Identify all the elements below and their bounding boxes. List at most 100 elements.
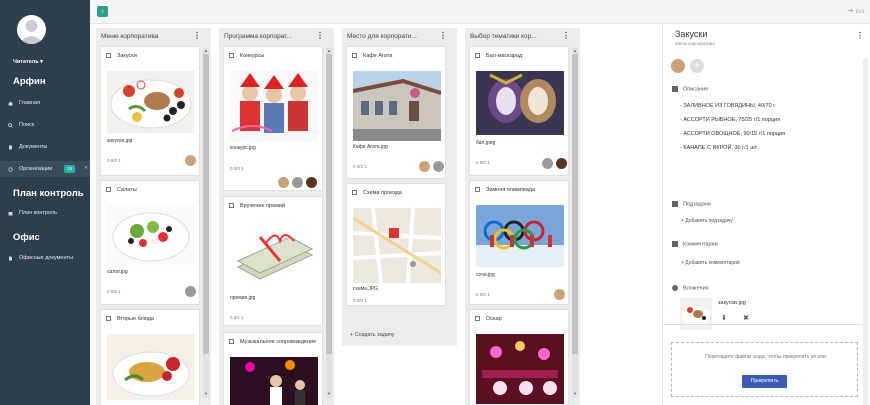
attachment-filename: бал.jpeg [476,140,496,146]
task-image[interactable] [230,221,318,289]
assignee-avatar[interactable] [542,158,553,169]
assignee-avatar[interactable] [278,177,289,188]
column-menu-icon[interactable]: ⋮ [439,31,447,40]
column-card-list: Бал-маскарад бал.jpeg 0 0/0 1 Зимняя оли… [465,46,571,405]
sidebar: Читатель ▾ Арфин Главная Поиск Документы… [0,0,90,405]
assignee-avatar[interactable] [554,289,565,300]
task-checkbox[interactable] [229,339,234,344]
create-task-button[interactable]: + Создать задачу [350,332,395,338]
user-role-menu[interactable]: Читатель ▾ [13,59,43,65]
sidebar-item-search[interactable]: Поиск [0,117,90,133]
task-card[interactable]: Закуски закуски.jpg 0 0/0 1 [100,46,200,176]
attachment-filename: конкурс.jpg [230,145,256,151]
task-image[interactable] [107,334,195,400]
task-title: Вручение премий [240,203,286,209]
column-card-list: Конкурсы конкурс.jpg 0 0/0 1 Вручение пр… [219,46,325,405]
task-stats: 0 0/0 1 [476,292,490,297]
back-button[interactable]: ‹ [97,6,108,17]
task-checkbox[interactable] [229,203,234,208]
task-checkbox[interactable] [106,53,111,58]
user-role-label: Читатель [13,59,39,65]
task-image[interactable] [107,205,195,265]
task-card[interactable]: Конкурсы конкурс.jpg 0 0/0 1 [223,46,323,191]
sidebar-item-organizations[interactable]: Организации 19 ‹ [0,161,90,177]
sidebar-section-office: Офис [13,232,40,243]
task-card[interactable]: Оскар [469,309,569,405]
user-avatar[interactable] [17,15,46,44]
task-checkbox[interactable] [475,53,480,58]
attachment-filename: закуски.jpg [107,138,133,144]
add-subtask-link[interactable]: + Добавить подзадачу [681,218,733,224]
task-checkbox[interactable] [352,53,357,58]
sidebar-item-label: Документы [19,144,48,150]
task-title: Вторые блюда [117,316,154,322]
task-checkbox[interactable] [106,187,111,192]
sidebar-item-home[interactable]: Главная [0,95,90,111]
task-card[interactable]: Салаты салат.jpg 0 0/0 1 [100,180,200,305]
attachment-filename[interactable]: закуски.jpg [718,300,746,306]
task-image[interactable] [476,71,564,135]
sidebar-item-documents[interactable]: Документы [0,139,90,155]
task-checkbox[interactable] [106,316,111,321]
task-card[interactable]: Зимняя олимпиада сочи.jpg 0 0/0 1 [469,180,569,305]
exit-button[interactable]: Exit [848,8,864,15]
attachment-thumbnail[interactable] [680,298,712,330]
task-image[interactable] [353,208,441,283]
task-image[interactable] [353,71,441,141]
chevron-down-icon: ▾ [40,59,43,65]
task-card[interactable]: Вторые блюда [100,309,200,405]
sidebar-item-plan-control[interactable]: План контроль [0,205,90,221]
sidebar-section-plan-control: План контроль [13,188,84,199]
task-image[interactable] [476,334,564,404]
column-scrollbar[interactable]: ▲ ▼ [326,48,332,398]
add-comment-link[interactable]: + Добавить комментарий [681,260,740,266]
task-card[interactable]: Вручение премий премия.jpg 0 0/1 1 [223,196,323,326]
attach-button[interactable]: Прикрепить [742,375,787,388]
board-column: Выбор тематики кор... ⋮ Бал-маскарад бал… [465,28,580,405]
task-title: Закуски [117,53,137,59]
column-scrollbar[interactable]: ▲ ▼ [572,48,578,398]
task-checkbox[interactable] [475,187,480,192]
description-line: - ЗАЛИВНОЕ ИЗ ГОВЯДИНЫ, 40/70 г [680,103,776,109]
add-assignee-button[interactable]: + [690,59,704,73]
panel-scrollbar[interactable] [863,59,868,405]
task-image[interactable] [230,71,318,141]
sidebar-item-label: Главная [19,100,40,106]
task-image[interactable] [476,205,564,267]
task-card[interactable]: Музыкальное сопровождение [223,332,323,405]
task-checkbox[interactable] [229,53,234,58]
task-card[interactable]: Схема проезда схема.JPG 0 0/0 1 [346,183,446,306]
column-menu-icon[interactable]: ⋮ [193,31,201,40]
task-image[interactable] [230,357,318,405]
delete-icon[interactable]: ✖ [743,314,749,322]
file-drop-zone[interactable]: Перетащите файлы сюда, чтобы прикрепить … [671,342,858,397]
attachment-filename: Кафе Агата.jpg [353,144,388,150]
column-menu-icon[interactable]: ⋮ [316,31,324,40]
task-checkbox[interactable] [475,316,480,321]
assignee-avatar[interactable] [185,286,196,297]
assignee-avatar[interactable] [292,177,303,188]
sidebar-item-office-documents[interactable]: Офисные документы [0,250,90,266]
assignee-avatar[interactable] [185,155,196,166]
sidebar-section-arfin: Арфин [13,76,46,87]
assignee-avatar[interactable] [419,161,430,172]
task-detail-menu-icon[interactable]: ⋮ [856,31,864,40]
task-card[interactable]: Кафе Агата Кафе Агата.jpg 0 0/2 1 [346,46,446,179]
assignee-avatar[interactable] [556,158,567,169]
organizations-count-badge: 19 [64,165,76,173]
download-icon[interactable]: ⬇ [721,314,727,322]
sidebar-item-label: Поиск [19,122,35,128]
column-menu-icon[interactable]: ⋮ [562,31,570,40]
task-card[interactable]: Бал-маскарад бал.jpeg 0 0/0 1 [469,46,569,176]
search-icon [8,122,13,128]
board-column: Программа корпорат... ⋮ Конкурсы конкурс… [219,28,334,405]
column-scrollbar[interactable]: ▲ ▼ [203,48,209,398]
comments-section-header: Комментарии [672,241,718,247]
assignee-avatar[interactable] [306,177,317,188]
description-icon [672,86,678,92]
task-stats: 0 0/0 1 [353,298,367,303]
assignee-avatar[interactable] [671,59,685,73]
task-checkbox[interactable] [352,190,357,195]
assignee-avatar[interactable] [433,161,444,172]
task-image[interactable] [107,71,195,133]
